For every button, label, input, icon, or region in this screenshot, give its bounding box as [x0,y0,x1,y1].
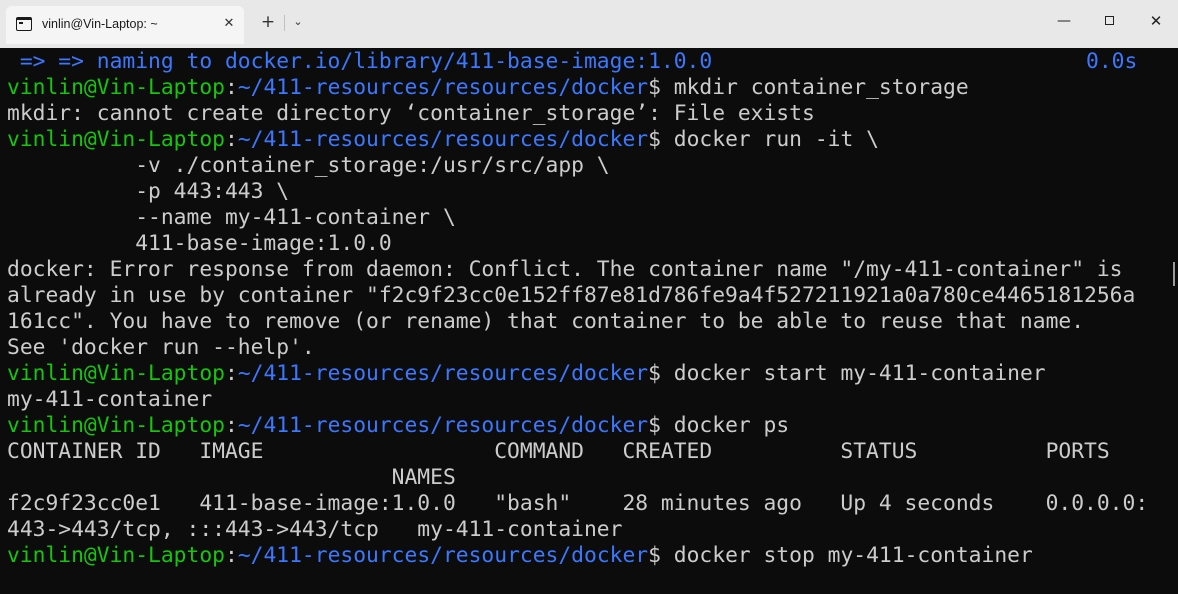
prompt-separator: : [224,75,238,100]
prompt-line: vinlin@Vin-Laptop:~/411-resources/resour… [7,75,1167,101]
tab-divider [284,15,285,31]
error-line: already in use by container "f2c9f23cc0e… [7,283,1136,308]
chevron-down-icon[interactable]: ⌄ [290,12,306,32]
output-line: mkdir: cannot create directory ‘containe… [7,101,815,126]
maximize-button[interactable] [1087,4,1133,38]
error-line: docker: Error response from daemon: Conf… [7,257,1123,282]
continuation-line: 411-base-image:1.0.0 [7,231,392,256]
prompt-path: ~/411-resources/resources/docker [237,543,649,568]
build-output-line: => => naming to docker.io/library/411-ba… [7,49,1167,75]
prompt-line: vinlin@Vin-Laptop:~/411-resources/resour… [7,543,1167,569]
terminal-tab[interactable]: vinlin@Vin-Laptop: ~ ✕ [6,6,244,44]
prompt-sign: $ [648,127,674,152]
terminal-output[interactable]: => => naming to docker.io/library/411-ba… [7,49,1167,594]
prompt-line: vinlin@Vin-Laptop:~/411-resources/resour… [7,127,1167,153]
ps-header-line: NAMES [7,465,456,490]
build-step-text: => => naming to docker.io/library/411-ba… [7,49,713,74]
prompt-path: ~/411-resources/resources/docker [237,75,649,100]
command-text: mkdir container_storage [673,75,969,100]
build-step-time: 0.0s [1086,49,1138,74]
terminal-icon [16,17,32,31]
close-window-button[interactable]: ✕ [1133,4,1178,38]
ps-row-line: 443->443/tcp, :::443->443/tcp my-411-con… [7,517,623,542]
prompt-line: vinlin@Vin-Laptop:~/411-resources/resour… [7,361,1167,387]
tab-title: vinlin@Vin-Laptop: ~ [42,17,158,31]
prompt-path: ~/411-resources/resources/docker [237,361,649,386]
prompt-user: vinlin@Vin-Laptop [7,127,225,152]
continuation-line: --name my-411-container \ [7,205,456,230]
prompt-separator: : [224,413,238,438]
command-text: docker run -it \ [673,127,879,152]
prompt-user: vinlin@Vin-Laptop [7,543,225,568]
output-line: my-411-container [7,387,213,412]
continuation-line: -p 443:443 \ [7,179,290,204]
close-tab-icon[interactable]: ✕ [220,15,238,33]
continuation-line: -v ./container_storage:/usr/src/app \ [7,153,610,178]
ps-header-line: CONTAINER ID IMAGE COMMAND CREATED STATU… [7,439,1110,464]
prompt-sign: $ [648,361,674,386]
prompt-path: ~/411-resources/resources/docker [237,127,649,152]
prompt-user: vinlin@Vin-Laptop [7,75,225,100]
command-text: docker start my-411-container [673,361,1046,386]
maximize-icon [1105,16,1114,25]
minimize-button[interactable]: — [1041,4,1087,38]
prompt-sign: $ [648,75,674,100]
title-bar: vinlin@Vin-Laptop: ~ ✕ + ⌄ — ✕ [0,0,1178,48]
error-line: 161cc". You have to remove (or rename) t… [7,309,1085,334]
prompt-line: vinlin@Vin-Laptop:~/411-resources/resour… [7,413,1167,439]
prompt-sign: $ [648,543,674,568]
error-line: See 'docker run --help'. [7,335,315,360]
scrollbar-thumb[interactable] [1173,262,1175,286]
ps-row-line: f2c9f23cc0e1 411-base-image:1.0.0 "bash"… [7,491,1149,516]
prompt-path: ~/411-resources/resources/docker [237,413,649,438]
prompt-separator: : [224,127,238,152]
prompt-separator: : [224,361,238,386]
command-text: docker ps [673,413,790,438]
terminal-window: vinlin@Vin-Laptop: ~ ✕ + ⌄ — ✕ => => nam… [0,0,1178,594]
prompt-user: vinlin@Vin-Laptop [7,413,225,438]
prompt-user: vinlin@Vin-Laptop [7,361,225,386]
new-tab-button[interactable]: + [258,12,278,32]
prompt-sign: $ [648,413,674,438]
prompt-separator: : [224,543,238,568]
command-text: docker stop my-411-container [673,543,1033,568]
